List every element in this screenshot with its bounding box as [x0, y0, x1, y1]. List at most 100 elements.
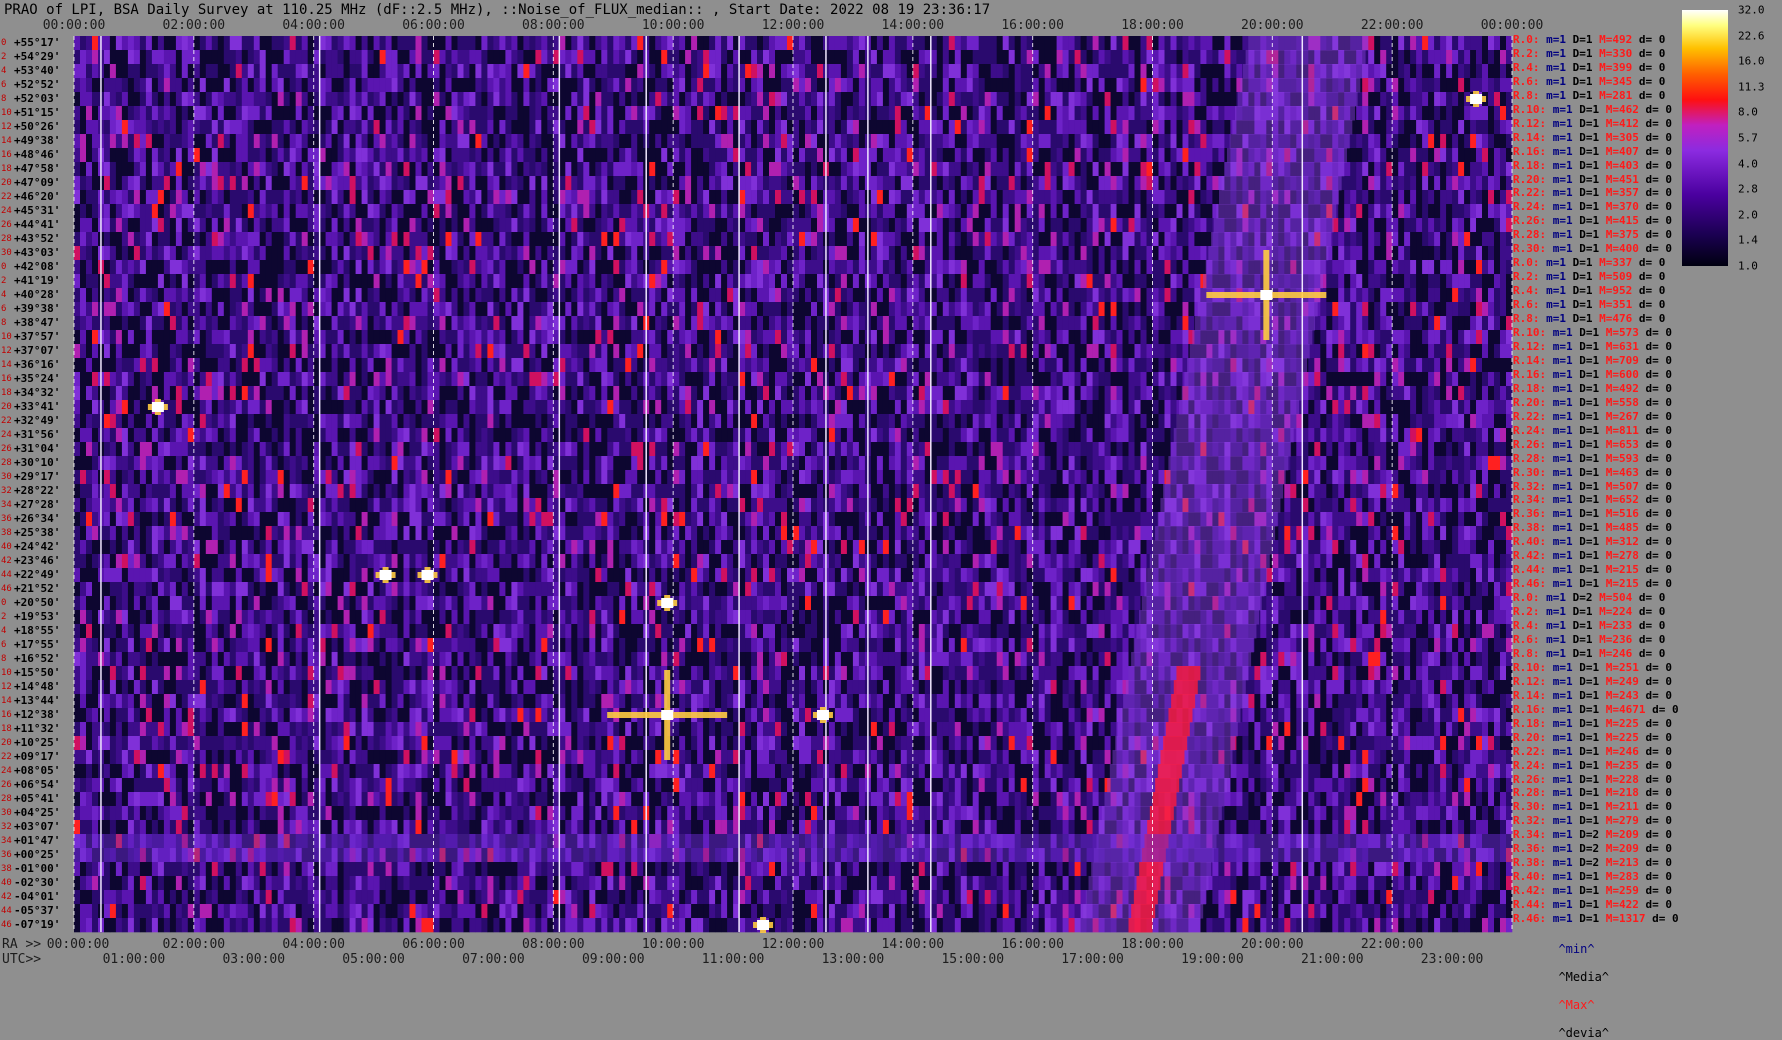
heatmap-cell [1104, 274, 1111, 289]
heatmap-cell [253, 274, 261, 289]
heatmap-cell [373, 246, 380, 261]
heatmap-cell [1152, 92, 1159, 107]
heatmap-cell [691, 274, 698, 289]
heatmap-cell [834, 316, 842, 331]
heatmap-cell [805, 106, 812, 121]
heatmap-cell [1086, 64, 1093, 79]
heatmap-cell [709, 106, 716, 121]
heatmap-cell [757, 302, 764, 317]
heatmap-cell [1338, 260, 1345, 275]
heatmap-cell [277, 64, 284, 79]
heatmap-cell [283, 274, 290, 289]
heatmap-cell [930, 232, 938, 247]
heatmap-cell [277, 120, 284, 135]
heatmap-cell [601, 246, 608, 261]
heatmap-cell [181, 148, 189, 163]
heatmap-cell [1338, 302, 1345, 317]
heatmap-cell [1380, 106, 1387, 121]
heatmap-cell [1164, 36, 1171, 51]
heatmap-cell [517, 92, 524, 107]
heatmap-cell [900, 302, 908, 317]
heatmap-cell [235, 232, 243, 247]
heatmap-cell [403, 36, 410, 51]
heatmap-cell [217, 176, 225, 191]
heatmap-cell [337, 274, 344, 289]
heatmap-cell [1404, 120, 1411, 135]
heatmap-cell [127, 92, 135, 107]
heatmap-cell [1026, 232, 1033, 247]
heatmap-cell [517, 78, 524, 93]
heatmap-cell [1038, 106, 1045, 121]
heatmap-cell [679, 50, 686, 65]
heatmap-cell [193, 232, 201, 247]
heatmap-cell [253, 78, 261, 93]
heatmap-cell [211, 260, 219, 275]
heatmap-cell [828, 190, 836, 205]
heatmap-cell [109, 106, 117, 121]
heatmap-cell [751, 302, 758, 317]
heatmap-cell [1500, 176, 1507, 191]
heatmap-cell [1362, 148, 1369, 163]
heatmap-cell [613, 134, 620, 149]
heatmap-cell [709, 134, 716, 149]
heatmap-cell [445, 274, 452, 289]
heatmap-cell [121, 50, 129, 65]
heatmap-cell [409, 302, 416, 317]
heatmap-cell [169, 190, 177, 205]
heatmap-cell [397, 50, 404, 65]
heatmap-cell [481, 148, 488, 163]
heatmap-cell [181, 274, 189, 289]
heatmap-cell [1410, 176, 1417, 191]
heatmap-cell [277, 316, 284, 331]
heatmap-cell [1014, 316, 1021, 331]
heatmap-cell [834, 274, 842, 289]
heatmap-cell [1446, 246, 1453, 261]
heatmap-cell [870, 120, 878, 135]
heatmap-cell [996, 316, 1003, 331]
heatmap-cell [1194, 106, 1201, 121]
heatmap-cell [828, 120, 836, 135]
heatmap-cell [253, 218, 261, 233]
heatmap-cell [1122, 260, 1129, 275]
heatmap-cell [685, 134, 692, 149]
heatmap-cell [235, 288, 243, 303]
heatmap-cell [1188, 274, 1195, 289]
heatmap-cell [667, 176, 674, 191]
heatmap-cell [775, 218, 782, 233]
heatmap-cell [1116, 274, 1123, 289]
heatmap-cell [1062, 148, 1069, 163]
heatmap-cell [1422, 64, 1429, 79]
heatmap-cell [637, 50, 644, 65]
heatmap-cell [667, 288, 674, 303]
heatmap-cell [547, 302, 554, 317]
heatmap-cell [811, 218, 818, 233]
heatmap-cell [942, 204, 950, 219]
heatmap-cell [1122, 148, 1129, 163]
heatmap-cell [1050, 246, 1057, 261]
heatmap-cell [1434, 204, 1441, 219]
heatmap-cell [541, 120, 548, 135]
heatmap-cell [840, 274, 848, 289]
heatmap-cell [104, 64, 111, 79]
heatmap-cell [655, 50, 662, 65]
heatmap-cell [421, 120, 428, 135]
heatmap-cell [906, 64, 914, 79]
heatmap-cell [1152, 302, 1159, 317]
heatmap-cell [882, 246, 890, 261]
heatmap-cell [133, 260, 141, 275]
heatmap-cell [852, 50, 860, 65]
heatmap-cell [379, 36, 386, 51]
heatmap-cell [205, 232, 213, 247]
heatmap-cell [1458, 64, 1465, 79]
heatmap-cell [415, 274, 422, 289]
heatmap-cell [661, 78, 668, 93]
heatmap-cell [1140, 302, 1147, 317]
heatmap-cell [1422, 148, 1429, 163]
heatmap-cell [1458, 232, 1465, 247]
heatmap-cell [145, 120, 153, 135]
heatmap-cell [799, 134, 806, 149]
heatmap-cell [763, 288, 770, 303]
heatmap-cell [1074, 246, 1081, 261]
heatmap-cell [1410, 106, 1417, 121]
heatmap-cell [918, 274, 926, 289]
